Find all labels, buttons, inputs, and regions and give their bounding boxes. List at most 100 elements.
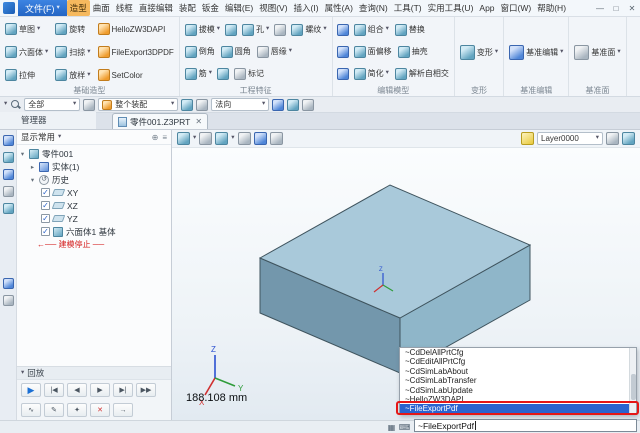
layer-icon[interactable] <box>521 132 534 145</box>
chevron-down-icon[interactable]: ▾ <box>231 135 234 142</box>
display-mode-icon[interactable] <box>199 132 212 145</box>
command-filter-dropdown[interactable]: 全部 ▾ <box>24 98 80 111</box>
set-color-button[interactable]: SetColor <box>96 65 176 85</box>
assembly-tab-icon[interactable] <box>3 169 14 180</box>
zoom-fit-icon[interactable] <box>270 132 283 145</box>
visibility-icon[interactable] <box>606 132 619 145</box>
section-view-icon[interactable] <box>254 132 267 145</box>
combine-button[interactable]: 组合▾ <box>352 20 391 40</box>
autocomplete-item[interactable]: ~CdSimLabTransfer <box>400 376 629 385</box>
layer-dropdown[interactable]: Layer0000 ▾ <box>537 132 603 145</box>
expand-all-icon[interactable]: ⊕ <box>152 133 159 142</box>
file-export-3dpdf-button[interactable]: FileExport3DPDF <box>96 42 176 62</box>
datum-edit-button[interactable]: 基准编辑▾ <box>507 42 565 62</box>
maximize-button[interactable]: □ <box>610 4 622 13</box>
checkbox-checked[interactable]: ✓ <box>41 227 50 236</box>
step-back-button[interactable]: ◀ <box>67 383 87 397</box>
hole-button[interactable]: 孔▾ <box>240 20 271 40</box>
visual-tab-icon[interactable] <box>3 203 14 214</box>
pick-filter-icon[interactable] <box>83 99 95 111</box>
chevron-down-icon[interactable]: ▾ <box>4 101 7 108</box>
menu-utilities[interactable]: 实用工具(U) <box>425 0 477 16</box>
tree-item-box-feature[interactable]: ✓ 六面体1 基体 <box>17 225 171 238</box>
replace-button[interactable]: 替换 <box>393 20 427 40</box>
shell-button[interactable]: 抽壳 <box>396 42 430 62</box>
revolve-button[interactable]: 旋转 <box>53 19 92 39</box>
tree-item-plane-xz[interactable]: ✓ XZ <box>17 199 171 212</box>
tree-item-plane-xy[interactable]: ✓ XY <box>17 186 171 199</box>
menu-attributes[interactable]: 属性(A) <box>322 0 356 16</box>
step-forward-button[interactable]: ▶ <box>90 383 110 397</box>
feature-tool-button-1[interactable] <box>224 20 238 40</box>
chevron-down-icon[interactable]: ▾ <box>193 135 196 142</box>
edit-tool-button-1[interactable] <box>336 20 350 40</box>
playback-header[interactable]: ▾ 回放 <box>17 367 171 380</box>
chevron-right-icon[interactable]: ▸ <box>29 163 36 171</box>
loft-button[interactable]: 放样▾ <box>53 65 92 85</box>
tree-item-solid[interactable]: ▸ 实体(1) <box>17 160 171 173</box>
view-settings-icon[interactable] <box>622 132 635 145</box>
selection-mode-icon[interactable] <box>196 99 208 111</box>
menu-edit[interactable]: 编辑(E) <box>222 0 256 16</box>
manager-tab-icon[interactable] <box>3 135 14 146</box>
tab-surface[interactable]: 曲面 <box>90 0 113 16</box>
document-tab[interactable]: 零件001.Z3PRT ✕ <box>112 113 208 129</box>
curve-tool-button[interactable]: ∿ <box>21 403 41 417</box>
autocomplete-item-selected[interactable]: ~FileExportPdf <box>400 404 629 413</box>
datum-plane-button[interactable]: 基准面▾ <box>572 42 622 62</box>
autocomplete-scrollbar[interactable] <box>629 348 636 414</box>
fillet-button[interactable]: 圆角 <box>219 42 253 62</box>
minimize-button[interactable]: — <box>594 4 606 13</box>
menu-tools[interactable]: 工具(T) <box>391 0 425 16</box>
fast-forward-button[interactable]: ▶▶ <box>136 383 156 397</box>
edit-tool-button-2[interactable] <box>336 42 350 62</box>
tree-item-part[interactable]: ▾ 零件001 <box>17 147 171 160</box>
scope-dropdown[interactable]: 整个装配 ▾ <box>98 98 178 111</box>
lip-button[interactable]: 唇缘▾ <box>255 42 294 62</box>
jump-tool-button[interactable]: → <box>113 403 133 417</box>
tab-shape[interactable]: 造型 <box>67 0 90 16</box>
autocomplete-item[interactable]: ~CdSimLabAbout <box>400 367 629 376</box>
morph-button[interactable]: 变形▾ <box>458 42 500 62</box>
scrollbar-thumb[interactable] <box>631 374 636 400</box>
hello-zw3dapi-button[interactable]: HelloZW3DAPI <box>96 19 176 39</box>
command-input[interactable]: ~FileExportPdf <box>414 419 637 432</box>
sketch-button[interactable]: 草图▾ <box>3 19 50 39</box>
feature-tool-button-3[interactable] <box>216 64 230 84</box>
resolve-self-intersection-button[interactable]: 解析自相交 <box>393 64 451 84</box>
keyboard-input-icon[interactable]: ⌨ <box>399 422 410 433</box>
play-button[interactable]: ▶ <box>21 383 41 397</box>
menu-app[interactable]: App <box>476 1 497 15</box>
tree-filter-dropdown[interactable]: 显示常用 <box>21 131 55 143</box>
orientation-dropdown[interactable]: 法向 ▾ <box>211 98 269 111</box>
menu-insert[interactable]: 插入(I) <box>291 0 322 16</box>
history-tab-icon[interactable] <box>3 152 14 163</box>
go-to-start-button[interactable]: |◀ <box>44 383 64 397</box>
wireframe-icon[interactable] <box>238 132 251 145</box>
tree-item-plane-yz[interactable]: ✓ YZ <box>17 212 171 225</box>
history-stop-marker[interactable]: ←── 建模停止 ── <box>17 238 171 251</box>
extrude-button[interactable]: 拉伸 <box>3 65 50 85</box>
autocomplete-item[interactable]: ~CdSimLabUpdate <box>400 386 629 395</box>
view-orientation-icon[interactable] <box>177 132 190 145</box>
checkbox-checked[interactable]: ✓ <box>41 201 50 210</box>
tab-assembly[interactable]: 装配 <box>176 0 199 16</box>
checkbox-checked[interactable]: ✓ <box>41 214 50 223</box>
face-offset-button[interactable]: 面偏移 <box>352 42 394 62</box>
chamfer-button[interactable]: 倒角 <box>183 42 217 62</box>
quick-tool-icon-1[interactable] <box>272 99 284 111</box>
snap-filter-icon[interactable] <box>181 99 193 111</box>
file-menu-button[interactable]: 文件(F) ▾ <box>18 0 67 17</box>
simplify-button[interactable]: 简化▾ <box>352 64 391 84</box>
delete-tool-button[interactable]: ✕ <box>90 403 110 417</box>
autocomplete-item[interactable]: ~CdEditAllPrtCfg <box>400 357 629 366</box>
mark-button[interactable]: 标记 <box>232 64 266 84</box>
search-icon[interactable] <box>10 99 21 110</box>
close-button[interactable]: ✕ <box>626 4 638 13</box>
tree-item-history[interactable]: ▾ ↺ 历史 <box>17 173 171 186</box>
shade-mode-icon[interactable] <box>215 132 228 145</box>
sweep-button[interactable]: 扫掠▾ <box>53 42 92 62</box>
command-list-icon[interactable]: ▦ <box>386 422 397 433</box>
close-tab-icon[interactable]: ✕ <box>195 117 202 126</box>
flag-tool-button[interactable]: ✦ <box>67 403 87 417</box>
